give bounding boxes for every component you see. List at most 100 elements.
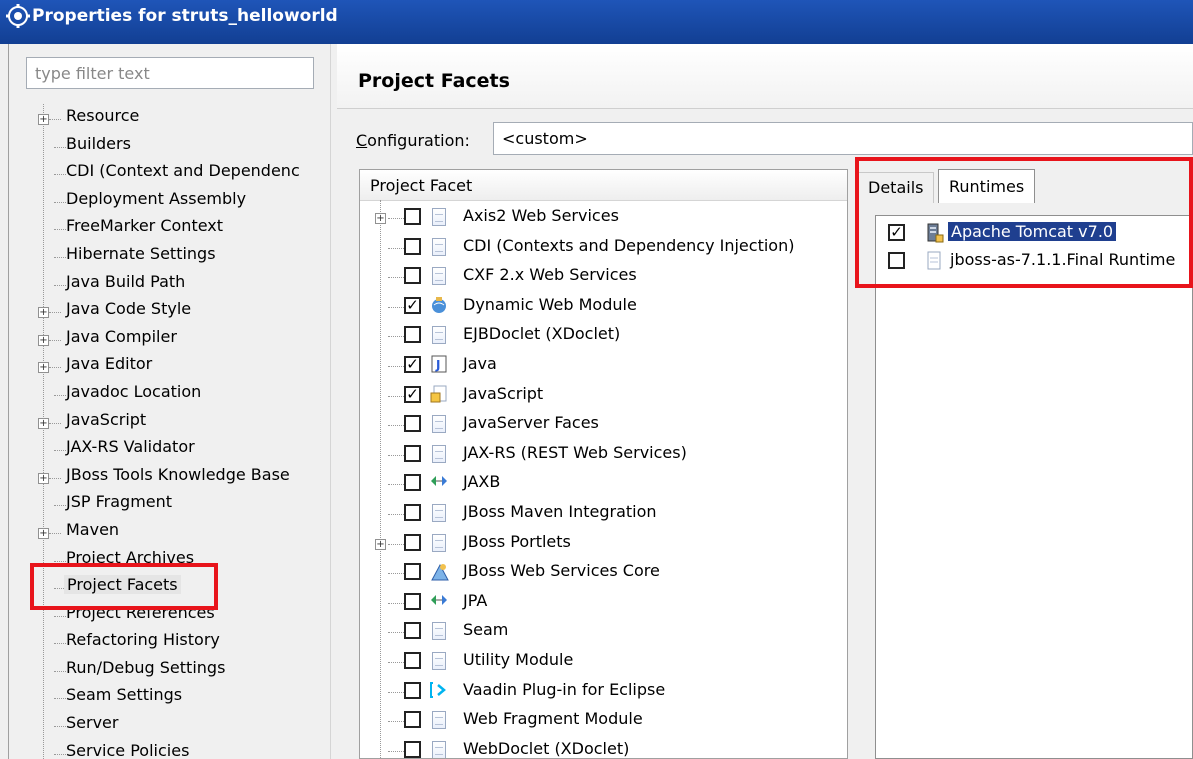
facet-checkbox[interactable]	[404, 504, 421, 521]
sidebar-item-deployment-assembly[interactable]: Deployment Assembly	[36, 187, 336, 215]
facet-row-jboss-web-services-core[interactable]: JBoss Web Services Core	[360, 557, 847, 587]
facet-row-cdi-contexts-and-dependency-injection[interactable]: CDI (Contexts and Dependency Injection)	[360, 232, 847, 262]
sidebar-item-java-code-style[interactable]: + Java Code Style	[36, 297, 336, 325]
facet-checkbox[interactable]	[404, 237, 421, 255]
facet-row-vaadin-plug-in-for-eclipse[interactable]: Vaadin Plug-in for Eclipse	[360, 676, 847, 706]
sidebar-item-freemarker-context[interactable]: FreeMarker Context	[36, 214, 336, 242]
sidebar-item-java-build-path[interactable]: Java Build Path	[36, 270, 336, 298]
facet-checkbox[interactable]	[404, 474, 421, 492]
expand-icon[interactable]: +	[375, 538, 386, 550]
facet-checkbox[interactable]	[404, 592, 421, 610]
expand-icon[interactable]: +	[38, 114, 49, 125]
sidebar-item-builders[interactable]: Builders	[36, 132, 336, 160]
sidebar-item-jax-rs-validator[interactable]: JAX-RS Validator	[36, 435, 336, 463]
expand-icon[interactable]: +	[38, 527, 49, 539]
facet-checkbox[interactable]	[404, 622, 421, 640]
sidebar-item-label: Java Compiler	[66, 326, 177, 346]
facet-checkbox[interactable]	[404, 681, 421, 699]
sidebar-item-resource[interactable]: + Resource	[36, 104, 336, 132]
facet-label: CDI (Contexts and Dependency Injection)	[463, 235, 795, 255]
tree-connector	[54, 753, 66, 755]
facet-checkbox[interactable]	[404, 267, 421, 285]
facet-checkbox[interactable]	[404, 711, 421, 729]
facet-row-javascript[interactable]: ✓ JavaScript	[360, 380, 847, 410]
tree-connector	[388, 691, 404, 693]
facet-row-seam[interactable]: Seam	[360, 616, 847, 646]
facet-checkbox[interactable]: ✓	[404, 356, 421, 373]
facet-label: JavaServer Faces	[463, 413, 599, 433]
runtime-checkbox[interactable]: ✓	[888, 224, 905, 241]
configuration-combo[interactable]: <custom>	[493, 122, 1193, 155]
facet-row-jpa[interactable]: JPA	[360, 587, 847, 617]
facet-row-cxf-2-x-web-services[interactable]: CXF 2.x Web Services	[360, 261, 847, 291]
facet-row-axis2-web-services[interactable]: + Axis2 Web Services	[360, 202, 847, 232]
sidebar-item-server[interactable]: Server	[36, 711, 336, 739]
facet-row-utility-module[interactable]: Utility Module	[360, 646, 847, 676]
facet-checkbox[interactable]	[404, 208, 421, 225]
sidebar-item-jboss-tools-knowledge-base[interactable]: + JBoss Tools Knowledge Base	[36, 463, 336, 491]
sidebar-item-maven[interactable]: + Maven	[36, 518, 336, 546]
facet-checkbox[interactable]	[404, 326, 421, 344]
sidebar-item-cdi-context-and-dependenc[interactable]: CDI (Context and Dependenc	[36, 159, 336, 187]
sidebar-item-javascript[interactable]: + JavaScript	[36, 408, 336, 436]
sidebar-item-java-editor[interactable]: + Java Editor	[36, 352, 336, 380]
tree-connector	[388, 514, 404, 515]
facet-label: JAXB	[463, 472, 501, 492]
facet-row-web-fragment-module[interactable]: Web Fragment Module	[360, 705, 847, 735]
facet-tree: Project Facet + Axis2 Web Services CDI (Co…	[359, 169, 848, 759]
facet-detail-tabs: Details Runtimes ✓ Apache Tomcat v7.0 jbos…	[857, 169, 1193, 759]
expand-icon[interactable]: +	[38, 362, 49, 374]
sidebar-item-label: Project Archives	[66, 547, 195, 567]
tab-details[interactable]: Details	[857, 172, 935, 203]
facet-row-jaxb[interactable]: JAXB	[360, 468, 847, 498]
facet-column-header[interactable]: Project Facet	[360, 170, 847, 201]
sidebar-item-javadoc-location[interactable]: Javadoc Location	[36, 380, 336, 408]
facet-checkbox[interactable]	[404, 740, 421, 758]
tree-connector	[49, 312, 61, 314]
facet-checkbox[interactable]: ✓	[404, 385, 421, 403]
sidebar-item-refactoring-history[interactable]: Refactoring History	[36, 628, 336, 656]
expand-icon[interactable]: +	[38, 417, 49, 429]
sidebar-item-label: Javadoc Location	[66, 381, 202, 401]
facet-row-jboss-maven-integration[interactable]: JBoss Maven Integration	[360, 498, 847, 528]
pane-splitter[interactable]	[330, 44, 337, 759]
runtime-checkbox[interactable]	[888, 252, 905, 269]
sidebar-item-service-policies[interactable]: Service Policies	[36, 739, 336, 759]
facet-checkbox[interactable]	[404, 415, 421, 433]
expand-icon[interactable]: +	[38, 472, 49, 484]
sidebar-item-java-compiler[interactable]: + Java Compiler	[36, 325, 336, 353]
facet-row-ejbdoclet-xdoclet[interactable]: EJBDoclet (XDoclet)	[360, 320, 847, 350]
sidebar-item-project-references[interactable]: Project References	[36, 601, 336, 629]
facet-row-javaserver-faces[interactable]: JavaServer Faces	[360, 409, 847, 439]
document-icon	[432, 444, 446, 463]
facet-checkbox[interactable]: ✓	[404, 296, 421, 314]
expand-icon[interactable]: +	[38, 334, 49, 346]
sidebar-item-run-debug-settings[interactable]: Run/Debug Settings	[36, 656, 336, 684]
sidebar-item-seam-settings[interactable]: Seam Settings	[36, 683, 336, 711]
expand-icon[interactable]: +	[38, 307, 49, 319]
sidebar-item-jsp-fragment[interactable]: JSP Fragment	[36, 490, 336, 518]
facet-row-jax-rs-rest-web-services[interactable]: JAX-RS (REST Web Services)	[360, 439, 847, 469]
tab-runtimes[interactable]: Runtimes	[938, 169, 1036, 203]
facet-row-java[interactable]: ✓ J Java	[360, 350, 847, 380]
facet-row-webdoclet-xdoclet[interactable]: WebDoclet (XDoclet)	[360, 735, 847, 758]
facet-checkbox[interactable]	[404, 652, 421, 669]
facet-checkbox[interactable]	[404, 444, 421, 462]
sidebar-item-label: Java Editor	[66, 354, 153, 374]
expand-icon[interactable]: +	[375, 213, 386, 224]
runtime-row[interactable]: ✓ Apache Tomcat v7.0	[876, 220, 1192, 248]
facet-checkbox[interactable]	[404, 533, 421, 551]
sidebar-item-project-archives[interactable]: Project Archives	[36, 546, 336, 574]
tree-connector	[49, 367, 61, 369]
sidebar-item-hibernate-settings[interactable]: Hibernate Settings	[36, 242, 336, 270]
sidebar-item-label: Project References	[66, 602, 215, 622]
tree-connector	[54, 505, 66, 507]
sidebar-item-project-facets[interactable]: Project Facets	[36, 573, 336, 601]
runtime-row[interactable]: jboss-as-7.1.1.Final Runtime	[876, 248, 1192, 276]
facet-row-dynamic-web-module[interactable]: ✓ Dynamic Web Module	[360, 291, 847, 321]
facet-row-jboss-portlets[interactable]: + JBoss Portlets	[360, 528, 847, 558]
sidebar-item-label: JavaScript	[66, 409, 147, 429]
filter-input[interactable]: type filter text	[26, 57, 314, 89]
sidebar-item-label: Run/Debug Settings	[66, 657, 226, 677]
facet-checkbox[interactable]	[404, 563, 421, 581]
